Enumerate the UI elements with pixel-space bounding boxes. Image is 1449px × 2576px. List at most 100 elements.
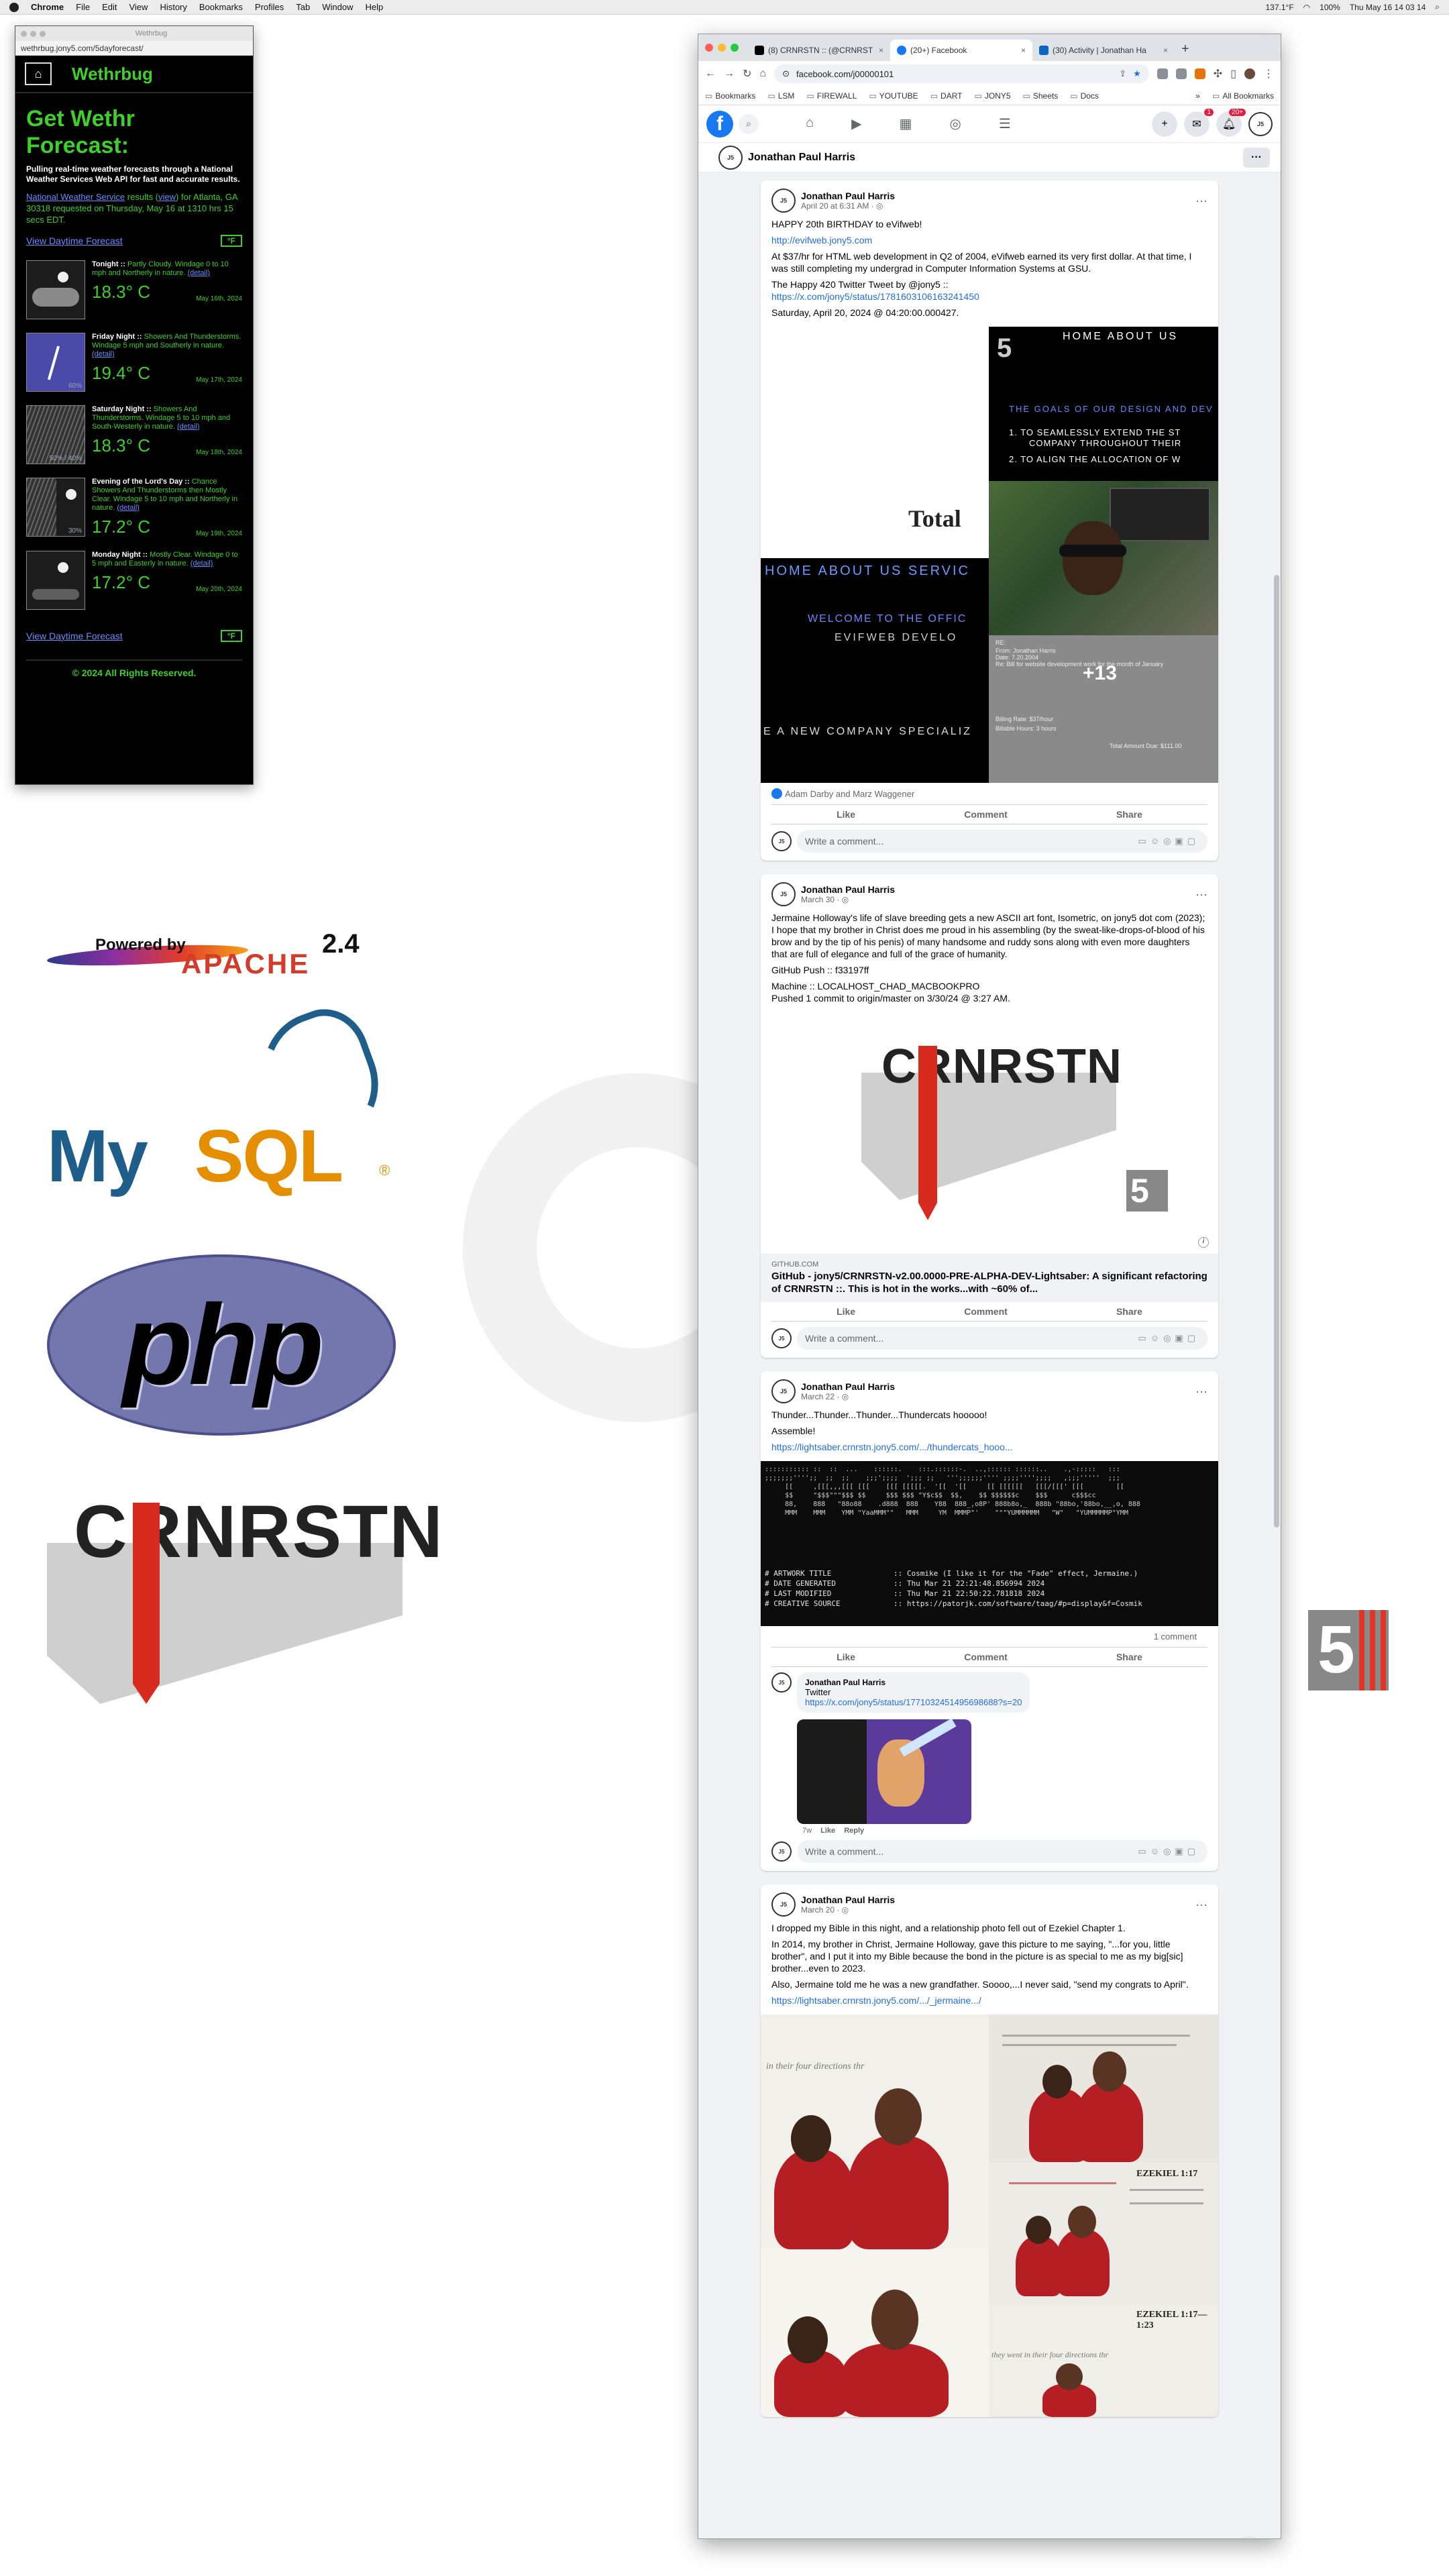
compose-edit-icon[interactable]: ✎ xyxy=(1236,2538,1262,2539)
menu-lines-icon[interactable]: ☰ xyxy=(999,115,1011,132)
create-icon[interactable]: + xyxy=(1152,111,1177,137)
bookmark-item[interactable]: FIREWALL xyxy=(806,91,857,101)
post-link[interactable]: https://x.com/jony5/status/1781603106163… xyxy=(771,290,1208,303)
bookmark-item[interactable]: Sheets xyxy=(1023,91,1058,101)
weather-titlebar[interactable]: Wethrbug xyxy=(15,26,253,41)
search-icon[interactable]: ⌕ xyxy=(739,113,759,134)
comment-link[interactable]: https://x.com/jony5/status/1771032451495… xyxy=(805,1697,1022,1707)
temperature-status[interactable]: 137.1°F xyxy=(1265,3,1293,12)
post-date[interactable]: March 20 · ◎ xyxy=(801,1905,895,1915)
post-photo-grid[interactable]: Total HOME ABOUT US SERVIC WELCOME TO TH… xyxy=(761,327,1218,783)
scrollbar-thumb[interactable] xyxy=(1274,575,1279,1527)
comment-tools-icons[interactable]: ▭☺◎▣▢ xyxy=(1138,836,1199,847)
home-icon[interactable]: ⌂ xyxy=(806,115,814,132)
comment-input[interactable]: Write a comment... ▭☺◎▣▢ xyxy=(797,1840,1208,1863)
more-options-button[interactable]: ··· xyxy=(1243,147,1270,168)
comment-tools-icons[interactable]: ▭☺◎▣▢ xyxy=(1138,1333,1199,1344)
post-more-icon[interactable]: ··· xyxy=(1195,888,1208,902)
bookmark-item[interactable]: LSM xyxy=(767,91,795,101)
menu-window[interactable]: Window xyxy=(322,2,353,12)
post-author[interactable]: Jonathan Paul Harris xyxy=(801,1894,895,1905)
detail-link[interactable]: (detail) xyxy=(92,350,115,358)
maximize-icon[interactable] xyxy=(731,44,739,52)
minimize-icon[interactable] xyxy=(718,44,726,52)
menu-app-name[interactable]: Chrome xyxy=(31,2,64,12)
info-icon[interactable]: i xyxy=(1198,1237,1209,1248)
menu-edit[interactable]: Edit xyxy=(102,2,117,12)
facebook-logo-icon[interactable]: f xyxy=(706,110,733,138)
address-url[interactable]: facebook.com/j00000101 xyxy=(796,69,894,79)
unit-toggle-button-bottom[interactable]: °F xyxy=(220,630,242,642)
unit-toggle-button[interactable]: °F xyxy=(220,235,242,247)
avatar[interactable]: J5 xyxy=(771,1379,796,1403)
home-icon[interactable]: ⌂ xyxy=(759,68,766,80)
comment-button[interactable]: Comment xyxy=(964,1306,1008,1317)
forward-icon[interactable]: → xyxy=(724,68,735,80)
new-tab-button[interactable]: + xyxy=(1175,42,1196,61)
comment-tools-icons[interactable]: ▭☺◎▣▢ xyxy=(1138,1846,1199,1857)
share-icon[interactable]: ⇪ xyxy=(1119,68,1126,79)
comment-button[interactable]: Comment xyxy=(964,809,1008,820)
post-author[interactable]: Jonathan Paul Harris xyxy=(801,884,895,895)
close-icon[interactable] xyxy=(705,44,713,52)
extension-icon[interactable] xyxy=(1157,68,1168,79)
post-link[interactable]: https://lightsaber.crnrstn.jony5.com/...… xyxy=(771,1994,1208,2006)
minimize-icon[interactable] xyxy=(30,30,36,37)
post-author[interactable]: Jonathan Paul Harris xyxy=(801,191,895,201)
post-link[interactable]: http://evifweb.jony5.com xyxy=(771,234,1208,246)
home-icon[interactable]: ⌂ xyxy=(25,62,52,85)
wifi-icon[interactable]: ◠ xyxy=(1303,3,1310,12)
menu-profiles[interactable]: Profiles xyxy=(255,2,284,12)
bookmark-item[interactable]: Bookmarks xyxy=(705,91,755,101)
avatar[interactable]: J5 xyxy=(771,882,796,906)
comment-input[interactable]: Write a comment... ▭☺◎▣▢ xyxy=(797,1327,1208,1350)
post-more-icon[interactable]: ··· xyxy=(1195,194,1208,208)
ascii-art-image[interactable]: ::::::::::: :: :: ... ::::::. :::.::::::… xyxy=(761,1461,1218,1626)
like-button[interactable]: Like xyxy=(837,1652,855,1662)
post-link[interactable]: https://lightsaber.crnrstn.jony5.com/...… xyxy=(771,1441,1208,1453)
post-photo-grid[interactable]: in their four directions thr EZEKIEL 1:1… xyxy=(761,2015,1218,2417)
view-link[interactable]: view xyxy=(158,192,176,202)
extensions-puzzle-icon[interactable]: ✣ xyxy=(1214,67,1222,80)
daytime-forecast-link-bottom[interactable]: View Daytime Forecast xyxy=(26,631,123,641)
avatar[interactable]: J5 xyxy=(771,189,796,213)
bookmark-star-icon[interactable]: ★ xyxy=(1133,68,1141,79)
detail-link[interactable]: (detail) xyxy=(187,269,210,277)
more-photos-count[interactable]: +13 xyxy=(1083,662,1117,685)
apple-icon[interactable] xyxy=(9,2,19,12)
bookmark-item[interactable]: JONY5 xyxy=(974,91,1011,101)
address-bar[interactable]: ⊙ facebook.com/j00000101 ⇪ ★ xyxy=(774,64,1149,83)
reload-icon[interactable]: ↻ xyxy=(743,67,751,80)
post-more-icon[interactable]: ··· xyxy=(1195,1898,1208,1912)
detail-link[interactable]: (detail) xyxy=(177,423,200,431)
post-date[interactable]: March 22 · ◎ xyxy=(801,1392,895,1401)
comment-button[interactable]: Comment xyxy=(964,1652,1008,1662)
sidepanel-icon[interactable]: ▯ xyxy=(1230,67,1236,80)
all-bookmarks[interactable]: All Bookmarks xyxy=(1212,91,1274,101)
profile-name[interactable]: Jonathan Paul Harris xyxy=(748,152,855,164)
bookmark-item[interactable]: Docs xyxy=(1070,91,1099,101)
bookmarks-overflow-icon[interactable]: » xyxy=(1195,91,1200,101)
marketplace-icon[interactable]: ▦ xyxy=(899,115,912,132)
battery-status[interactable]: 100% xyxy=(1320,3,1340,12)
groups-icon[interactable]: ◎ xyxy=(949,115,961,132)
post-date[interactable]: March 30 · ◎ xyxy=(801,895,895,904)
menubar-clock[interactable]: Thu May 16 14 03 14 xyxy=(1350,3,1426,12)
menu-bookmarks[interactable]: Bookmarks xyxy=(199,2,243,12)
avatar[interactable]: J5 xyxy=(771,1892,796,1917)
close-tab-icon[interactable]: × xyxy=(1021,46,1026,55)
profile-avatar-icon[interactable] xyxy=(1244,68,1255,79)
avatar[interactable]: J5 xyxy=(718,145,743,170)
search-icon[interactable]: ⌕ xyxy=(1435,2,1440,12)
share-button[interactable]: Share xyxy=(1116,809,1142,820)
notifications-bell-icon[interactable]: 🔔︎ 20+ xyxy=(1216,108,1246,137)
reactions-row[interactable]: Adam Darby and Marz Waggener xyxy=(771,783,1208,805)
link-preview-image[interactable]: CRNRSTN 5 i xyxy=(761,1012,1218,1254)
tab-facebook[interactable]: (20+) Facebook × xyxy=(890,40,1032,61)
menu-file[interactable]: File xyxy=(76,2,90,12)
maximize-icon[interactable] xyxy=(40,30,46,37)
comment-reply-link[interactable]: Reply xyxy=(844,1827,864,1835)
post-more-icon[interactable]: ··· xyxy=(1195,1385,1208,1399)
close-tab-icon[interactable]: × xyxy=(879,46,883,55)
nws-link[interactable]: National Weather Service xyxy=(26,192,125,202)
